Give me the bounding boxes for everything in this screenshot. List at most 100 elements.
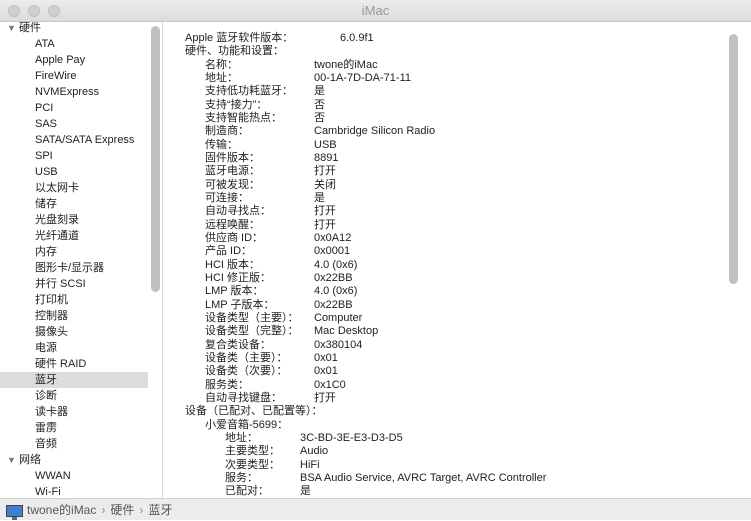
- property-value: 3C-BD-3E-E3-D3-D5: [300, 431, 403, 444]
- property-label: 次要类型：: [225, 458, 280, 471]
- property-label: 服务类：: [205, 378, 249, 391]
- property-label: Apple 蓝牙软件版本：: [185, 32, 294, 44]
- property-value: 4.0 (0x6): [314, 258, 358, 271]
- property-value: 否: [314, 98, 325, 111]
- disclosure-triangle-icon[interactable]: ▼: [7, 22, 19, 36]
- property-value: twone的iMac: [314, 58, 378, 71]
- property-value: USB: [314, 138, 337, 151]
- property-value: HiFi: [300, 458, 320, 471]
- property-label: 支持低功耗蓝牙：: [205, 85, 293, 98]
- sidebar-item-label: 硬件: [19, 22, 41, 34]
- property-label: HCI 修正版：: [205, 271, 271, 284]
- property-label: 自动寻找键盘：: [205, 391, 282, 404]
- property-label: 设备类型（完整）：: [205, 325, 299, 338]
- sidebar-item[interactable]: 诊断: [0, 388, 148, 404]
- sidebar-item[interactable]: 光盘刻录: [0, 212, 148, 228]
- sidebar-item[interactable]: 电源: [0, 340, 148, 356]
- sidebar-item[interactable]: 硬件 RAID: [0, 356, 148, 372]
- sidebar-item-label: 光盘刻录: [35, 214, 79, 226]
- property-label: 支持“接力”：: [205, 98, 268, 111]
- title-bar: iMac: [0, 0, 751, 22]
- property-value: 0x1C0: [314, 378, 346, 391]
- property-value: 00-1A-7D-DA-71-11: [314, 71, 412, 84]
- property-value: Mac Desktop: [314, 325, 379, 338]
- property-value: 0x0A12: [314, 231, 352, 244]
- sidebar-item[interactable]: 音频: [0, 436, 148, 452]
- path-separator: ›: [101, 503, 106, 517]
- property-label: LMP 版本：: [205, 285, 264, 298]
- property-value: 0x22BB: [314, 298, 353, 311]
- minimize-button[interactable]: [28, 5, 40, 17]
- property-label: 复合类设备：: [205, 338, 271, 351]
- sidebar-item[interactable]: USB: [0, 164, 148, 180]
- sidebar-item[interactable]: NVMExpress: [0, 84, 148, 100]
- sidebar-item-label: 硬件 RAID: [35, 358, 87, 370]
- sidebar-item-label: ATA: [35, 38, 55, 50]
- path-item[interactable]: 硬件: [110, 503, 134, 517]
- sidebar-item[interactable]: SAS: [0, 116, 148, 132]
- imac-icon: [6, 504, 23, 520]
- sidebar-item[interactable]: 打印机: [0, 292, 148, 308]
- content-scrollbar[interactable]: [729, 34, 738, 284]
- property-label: 供应商 ID：: [205, 231, 264, 244]
- property-label: 可连接：: [205, 191, 249, 204]
- sidebar-item-label: 储存: [35, 198, 57, 210]
- sidebar-item[interactable]: 读卡器: [0, 404, 148, 420]
- sidebar-item[interactable]: 摄像头: [0, 324, 148, 340]
- sidebar-item[interactable]: WWAN: [0, 468, 148, 484]
- sidebar-item-label: PCI: [35, 102, 54, 114]
- property-label: 地址：: [205, 71, 238, 84]
- sidebar-item-label: 以太网卡: [35, 182, 79, 194]
- sidebar-item-label: WWAN: [35, 470, 71, 482]
- property-label: 服务：: [225, 471, 258, 484]
- sidebar-item[interactable]: 储存: [0, 196, 148, 212]
- property-label: 硬件、功能和设置：: [185, 45, 284, 58]
- sidebar-item[interactable]: 光纤通道: [0, 228, 148, 244]
- path-item[interactable]: 蓝牙: [148, 503, 172, 517]
- sidebar-item[interactable]: SATA/SATA Express: [0, 132, 148, 148]
- sidebar-item[interactable]: 控制器: [0, 308, 148, 324]
- sidebar-item[interactable]: 雷雳: [0, 420, 148, 436]
- sidebar-item-label: USB: [35, 166, 58, 178]
- sidebar-item[interactable]: 图形卡/显示器: [0, 260, 148, 276]
- property-label: 传输：: [205, 138, 238, 151]
- sidebar-group[interactable]: ▼ 网络: [0, 452, 148, 468]
- property-value: 打开: [314, 218, 336, 231]
- property-value: 0x01: [314, 365, 338, 378]
- sidebar-item[interactable]: Apple Pay: [0, 52, 148, 68]
- property-value: 0x380104: [314, 338, 363, 351]
- sidebar-item[interactable]: 并行 SCSI: [0, 276, 148, 292]
- property-value: 关闭: [314, 178, 336, 191]
- path-separator: ›: [139, 503, 144, 517]
- detail-pane: Apple 蓝牙软件版本： 6.0.9f1 硬件、功能和设置： 名称： twone的iM…: [164, 22, 751, 498]
- sidebar-item[interactable]: 内存: [0, 244, 148, 260]
- property-value: 0x01: [314, 351, 338, 364]
- sidebar-item[interactable]: 以太网卡: [0, 180, 148, 196]
- window-title: iMac: [361, 3, 390, 18]
- property-label: HCI 版本：: [205, 258, 260, 271]
- sidebar-item[interactable]: PCI: [0, 100, 148, 116]
- property-label: 名称：: [205, 58, 238, 71]
- sidebar-scrollbar[interactable]: [151, 26, 160, 292]
- sidebar-item-label: 读卡器: [35, 406, 68, 418]
- path-item[interactable]: twone的iMac: [27, 503, 96, 517]
- sidebar-item[interactable]: Wi-Fi: [0, 484, 148, 498]
- sidebar-item-label: 图形卡/显示器: [35, 262, 105, 274]
- property-value: 0x0001: [314, 245, 351, 258]
- zoom-button[interactable]: [48, 5, 60, 17]
- sidebar-item[interactable]: FireWire: [0, 68, 148, 84]
- sidebar-item-label: FireWire: [35, 70, 77, 82]
- close-button[interactable]: [8, 5, 20, 17]
- sidebar-item[interactable]: 蓝牙: [0, 372, 148, 388]
- property-value: 是: [314, 191, 325, 204]
- sidebar-group[interactable]: ▼ 硬件: [0, 22, 148, 36]
- disclosure-triangle-icon[interactable]: ▼: [7, 452, 19, 468]
- sidebar-item[interactable]: ATA: [0, 36, 148, 52]
- property-label: 设备类（主要）：: [205, 351, 288, 364]
- property-label: LMP 子版本：: [205, 298, 275, 311]
- sidebar-item[interactable]: SPI: [0, 148, 148, 164]
- property-label: 已配对：: [225, 485, 269, 498]
- property-value: BSA Audio Service, AVRC Target, AVRC Con…: [300, 471, 547, 484]
- property-value: 0x22BB: [314, 271, 353, 284]
- property-label: 地址：: [225, 431, 258, 444]
